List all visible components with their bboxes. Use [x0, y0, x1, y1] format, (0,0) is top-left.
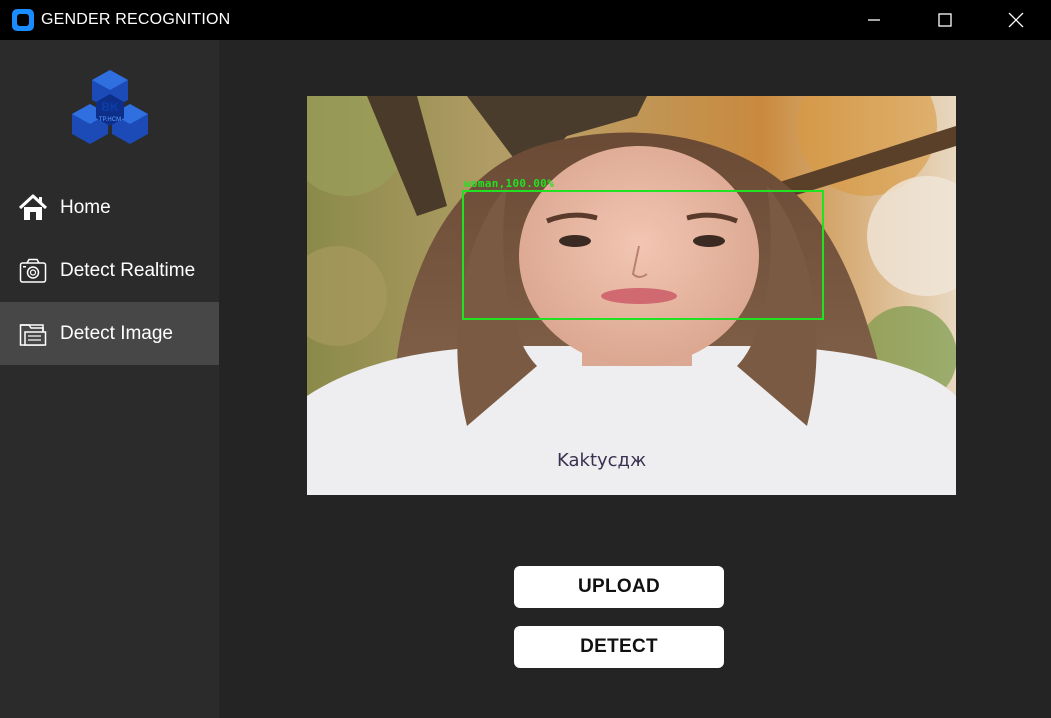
home-icon	[18, 193, 48, 223]
close-icon	[1008, 12, 1023, 28]
close-button[interactable]	[980, 0, 1051, 40]
sidebar-item-detect-image[interactable]: Detect Image	[0, 302, 219, 365]
app-window: GENDER RECOGNITION BK TP.HCM Home Detect…	[0, 0, 1051, 718]
shirt-text: Kaktycдж	[557, 450, 646, 471]
minimize-button[interactable]	[838, 0, 909, 40]
sidebar: BK TP.HCM Home Detect Realtime Detect Im…	[0, 40, 219, 718]
sidebar-item-label: Detect Realtime	[60, 259, 196, 281]
minimize-icon	[867, 19, 880, 21]
title-bar: GENDER RECOGNITION	[0, 0, 1051, 40]
result-image: Kaktycдж woman,100.00%	[307, 96, 956, 495]
sidebar-item-detect-realtime[interactable]: Detect Realtime	[0, 239, 219, 302]
sidebar-item-home[interactable]: Home	[0, 176, 219, 239]
window-title: GENDER RECOGNITION	[41, 11, 231, 28]
sidebar-item-label: Detect Image	[60, 322, 173, 344]
folder-icon	[18, 319, 48, 349]
maximize-button[interactable]	[909, 0, 980, 40]
detection-label: woman,100.00%	[464, 177, 554, 190]
university-logo: BK TP.HCM	[70, 70, 150, 146]
svg-text:BK: BK	[101, 100, 119, 114]
detection-box	[462, 190, 824, 320]
svg-text:TP.HCM: TP.HCM	[99, 117, 121, 123]
window-controls	[838, 0, 1051, 40]
upload-button[interactable]: UPLOAD	[514, 566, 724, 608]
sidebar-item-label: Home	[60, 196, 111, 218]
app-icon	[12, 9, 34, 31]
camera-icon	[18, 256, 48, 286]
detect-button[interactable]: DETECT	[514, 626, 724, 668]
maximize-icon	[937, 13, 952, 27]
